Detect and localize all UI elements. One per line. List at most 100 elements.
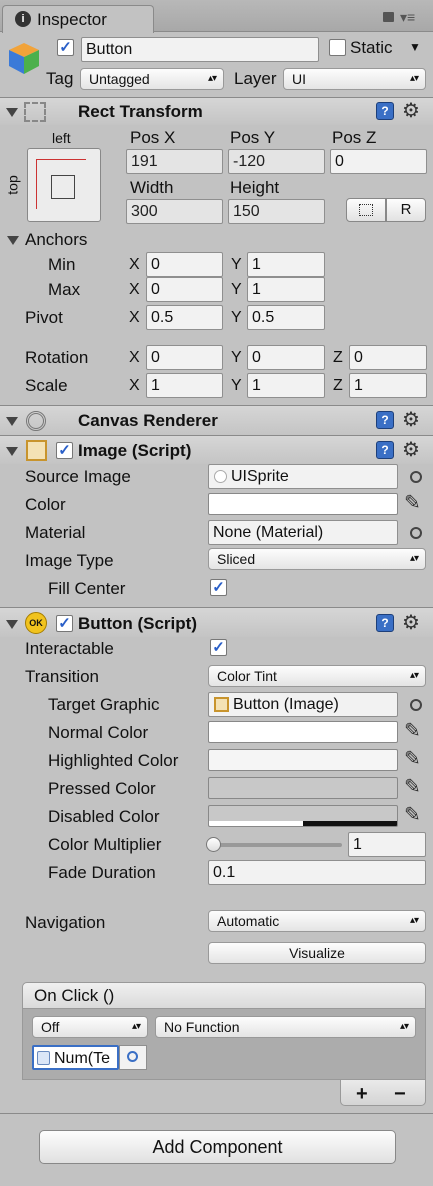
rotation-x-field[interactable]: 0 <box>146 345 223 370</box>
sprite-icon <box>214 470 227 483</box>
function-dropdown[interactable]: No Function ▴▾ <box>155 1016 416 1038</box>
help-icon[interactable]: ? <box>376 614 394 632</box>
dotted-rect-icon <box>359 204 373 216</box>
runtime-dropdown[interactable]: Off ▴▾ <box>32 1016 148 1038</box>
remove-listener-button[interactable]: − <box>394 1084 406 1104</box>
color-multiplier-slider-track[interactable] <box>212 843 342 847</box>
image-component-icon <box>26 440 47 461</box>
object-name-field[interactable]: Button <box>81 37 319 62</box>
eyedropper-icon[interactable]: ✎ <box>404 721 421 741</box>
transition-dropdown[interactable]: Color Tint ▴▾ <box>208 665 426 687</box>
add-component-button[interactable]: Add Component <box>39 1130 396 1164</box>
canvas-renderer-icon <box>26 411 46 431</box>
raw-edit-button[interactable]: R <box>386 198 426 222</box>
onclick-footer <box>340 1080 426 1106</box>
tab-menu-icon[interactable]: ▾≡ <box>400 10 415 24</box>
fade-duration-field[interactable]: 0.1 <box>208 860 426 885</box>
object-picker-icon[interactable] <box>410 471 422 483</box>
interactable-checkbox[interactable]: ✓ <box>210 639 227 656</box>
eyedropper-icon[interactable]: ✎ <box>404 493 421 513</box>
scale-x-field[interactable]: 1 <box>146 373 223 398</box>
navigation-dropdown[interactable]: Automatic ▴▾ <box>208 910 426 932</box>
active-checkbox[interactable]: ✓ <box>57 39 74 56</box>
highlighted-color-swatch[interactable] <box>208 749 398 771</box>
help-icon[interactable]: ? <box>376 102 394 120</box>
anchor-preset-button[interactable] <box>27 148 101 222</box>
image-enabled-checkbox[interactable]: ✓ <box>56 442 73 459</box>
eyedropper-icon[interactable]: ✎ <box>404 749 421 769</box>
height-field[interactable]: 150 <box>228 199 325 224</box>
object-picker-icon[interactable] <box>410 699 422 711</box>
max-label: Max <box>48 280 81 299</box>
lock-icon[interactable] <box>383 12 394 22</box>
pressed-color-swatch[interactable] <box>208 777 398 799</box>
button-script-header[interactable]: OK ✓ Button (Script) ? ⚙ <box>0 607 433 637</box>
layer-dropdown[interactable]: UI ▴▾ <box>283 68 426 90</box>
add-listener-button[interactable]: + <box>356 1084 368 1104</box>
color-swatch[interactable] <box>208 493 398 515</box>
posy-field[interactable]: -120 <box>228 149 325 174</box>
normal-color-swatch[interactable] <box>208 721 398 743</box>
pivot-label: Pivot <box>25 308 63 327</box>
dropdown-arrows-icon: ▴▾ <box>207 73 217 84</box>
material-field[interactable]: None (Material) <box>208 520 398 545</box>
event-target-picker[interactable] <box>119 1045 147 1070</box>
static-dropdown-icon[interactable]: ▼ <box>409 40 421 54</box>
tab-inspector[interactable]: i Inspector <box>2 5 154 33</box>
static-checkbox[interactable] <box>329 39 346 56</box>
eyedropper-icon[interactable]: ✎ <box>404 805 421 825</box>
image-script-header[interactable]: ✓ Image (Script) ? ⚙ <box>0 435 433 464</box>
settings-gear-icon[interactable]: ⚙ <box>402 440 420 460</box>
min-label: Min <box>48 255 76 274</box>
anchor-min-x-field[interactable]: 0 <box>146 252 223 277</box>
min-y-letter: Y <box>231 256 242 273</box>
anchors-foldout-icon[interactable] <box>7 236 19 245</box>
disabled-color-swatch[interactable] <box>208 805 398 827</box>
anchor-min-y-field[interactable]: 1 <box>247 252 325 277</box>
rect-transform-header[interactable]: Rect Transform ? ⚙ <box>0 97 433 125</box>
help-icon[interactable]: ? <box>376 411 394 429</box>
rot-x-letter: X <box>129 349 140 366</box>
foldout-arrow-icon <box>6 108 18 117</box>
image-type-dropdown[interactable]: Sliced ▴▾ <box>208 548 426 570</box>
anchor-max-y-field[interactable]: 1 <box>247 277 325 302</box>
posx-field[interactable]: 191 <box>126 149 223 174</box>
posx-label: Pos X <box>130 128 176 147</box>
image-component-icon <box>214 697 229 712</box>
object-picker-icon[interactable] <box>410 527 422 539</box>
width-field[interactable]: 300 <box>126 199 223 224</box>
blueprint-mode-button[interactable] <box>346 198 386 222</box>
posz-field[interactable]: 0 <box>330 149 427 174</box>
anchor-max-x-field[interactable]: 0 <box>146 277 223 302</box>
event-target-value: Num(Te <box>54 1050 111 1067</box>
tag-dropdown[interactable]: Untagged ▴▾ <box>80 68 224 90</box>
pivot-y-field[interactable]: 0.5 <box>247 305 325 330</box>
canvas-renderer-header[interactable]: Canvas Renderer ? ⚙ <box>0 405 433 435</box>
pivot-x-field[interactable]: 0.5 <box>146 305 223 330</box>
settings-gear-icon[interactable]: ⚙ <box>402 101 420 121</box>
target-graphic-field[interactable]: Button (Image) <box>208 692 398 717</box>
rotation-y-field[interactable]: 0 <box>247 345 325 370</box>
rotation-z-field[interactable]: 0 <box>349 345 427 370</box>
help-icon[interactable]: ? <box>376 441 394 459</box>
navigation-label: Navigation <box>25 913 106 932</box>
button-enabled-checkbox[interactable]: ✓ <box>56 615 73 632</box>
interactable-label: Interactable <box>25 639 114 658</box>
color-multiplier-slider-thumb[interactable] <box>206 837 221 852</box>
eyedropper-icon[interactable]: ✎ <box>404 777 421 797</box>
event-target-field[interactable]: Num(Te <box>32 1045 119 1070</box>
foldout-arrow-icon <box>6 447 18 456</box>
settings-gear-icon[interactable]: ⚙ <box>402 410 420 430</box>
tag-value: Untagged <box>89 71 150 87</box>
onclick-header: On Click () <box>22 982 426 1009</box>
source-image-field[interactable]: UISprite <box>208 464 398 489</box>
scale-z-field[interactable]: 1 <box>349 373 427 398</box>
fill-center-checkbox[interactable]: ✓ <box>210 579 227 596</box>
posy-label: Pos Y <box>230 128 276 147</box>
color-multiplier-field[interactable]: 1 <box>348 832 426 857</box>
dropdown-arrows-icon: ▴▾ <box>409 73 419 84</box>
visualize-button[interactable]: Visualize <box>208 942 426 964</box>
settings-gear-icon[interactable]: ⚙ <box>402 613 420 633</box>
scale-y-field[interactable]: 1 <box>247 373 325 398</box>
function-value: No Function <box>164 1019 240 1035</box>
